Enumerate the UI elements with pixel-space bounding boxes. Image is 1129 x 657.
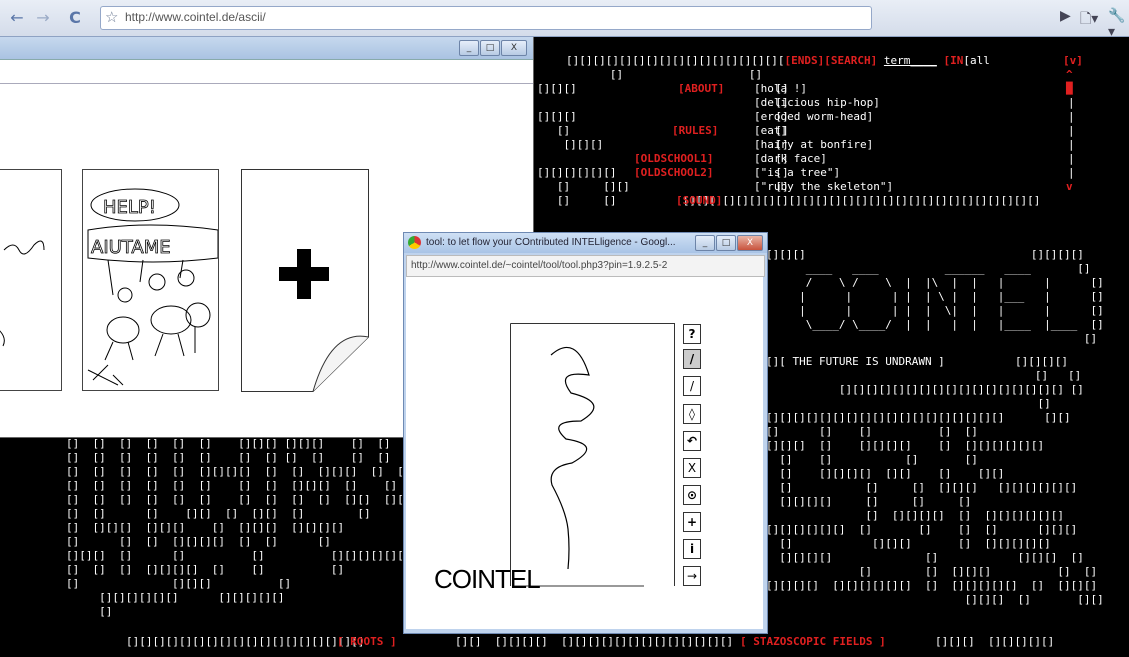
scroll-down-icon[interactable]: v bbox=[1066, 180, 1073, 194]
ascii-boxes: [][][] [][][][][] bbox=[935, 635, 1055, 648]
popup-url: http://www.cointel.de/~cointel/tool/tool… bbox=[411, 260, 668, 271]
popup-address-bar: http://www.cointel.de/~cointel/tool/tool… bbox=[406, 255, 765, 277]
all-select[interactable]: [all bbox=[963, 54, 990, 67]
drawing-thumbnail[interactable] bbox=[0, 169, 62, 391]
about-link[interactable]: [ABOUT] bbox=[678, 82, 724, 96]
popup-titlebar: tool: to let flow your COntributed INTEL… bbox=[404, 233, 767, 253]
svg-text:AIUTAME: AIUTAME bbox=[91, 237, 171, 258]
minimize-button[interactable]: _ bbox=[459, 40, 479, 56]
drawing-thumbnail[interactable]: HELP! AIUTAME bbox=[82, 169, 219, 391]
search-link[interactable]: [SEARCH] bbox=[824, 54, 877, 67]
eraser-icon[interactable]: ◊ bbox=[683, 404, 701, 424]
help-drawing: HELP! AIUTAME bbox=[87, 188, 219, 386]
help-button[interactable]: ? bbox=[683, 324, 701, 344]
roots-link[interactable]: [ ROOTS ] bbox=[337, 635, 397, 649]
submit-arrow-icon[interactable]: → bbox=[683, 566, 701, 586]
new-drawing-button[interactable] bbox=[241, 169, 369, 392]
minimize-button[interactable]: _ bbox=[695, 235, 715, 251]
play-icon[interactable]: ▶ bbox=[1060, 8, 1071, 24]
close-button[interactable]: X bbox=[501, 40, 527, 56]
popup-title: tool: to let flow your COntributed INTEL… bbox=[426, 237, 676, 248]
window-titlebar: _ □ X bbox=[0, 37, 533, 60]
ascii-bottom-row: [][] [][][][] [][][][][][][][][][][][][] bbox=[455, 635, 734, 648]
clear-icon[interactable]: X bbox=[683, 458, 701, 478]
wrench-menu-icon[interactable]: 🔧▾ bbox=[1108, 8, 1129, 40]
chrome-logo-icon bbox=[408, 236, 421, 249]
page-menu-icon[interactable]: 🗋▾ bbox=[1080, 8, 1098, 32]
ascii-boxes: [][][][][][][][][][][][][][][][][ bbox=[566, 54, 785, 67]
drawing-sketch bbox=[0, 240, 45, 347]
ascii-search-row: [][][][][][][][][][][][][][][][][[ENDS][… bbox=[566, 54, 990, 68]
ascii-lower-right: [][][][][][][][][][][][][][][][][] [] []… bbox=[766, 383, 1104, 606]
address-url[interactable]: http://www.cointel.de/ascii/ bbox=[125, 10, 266, 24]
pencil-thick-icon[interactable]: / bbox=[683, 349, 701, 369]
scroll-up-icon[interactable]: ^ █ bbox=[1066, 68, 1073, 96]
drawing-tool-canvas-area: COINTEL ? / / ◊ ↶ X ⊙ + i → bbox=[406, 277, 763, 629]
ascii-lower-left: [] [] [] [] [] [] [][][] [][][] [] [] []… bbox=[66, 437, 450, 618]
close-button[interactable]: X bbox=[737, 235, 763, 251]
oldschool1-link[interactable]: [OLDSCHOOL1] bbox=[634, 152, 713, 166]
pencil-thin-icon[interactable]: / bbox=[683, 376, 701, 396]
maximize-button[interactable]: □ bbox=[716, 235, 736, 251]
reload-icon[interactable]: C bbox=[66, 7, 84, 29]
ascii-bottom-left: [][][][][][][][][][][][][][][][][][] bbox=[126, 635, 365, 648]
stazoscopic-link[interactable]: [ STAZOSCOPIC FIELDS ] bbox=[740, 635, 886, 649]
in-link[interactable]: [IN bbox=[944, 54, 964, 67]
ascii-logo: [][][] [][][][] ____ ____ ______ ____ []… bbox=[766, 248, 1104, 345]
plus-page-icon bbox=[241, 169, 369, 392]
forward-icon[interactable]: → bbox=[34, 7, 52, 29]
window-toolbar bbox=[0, 60, 533, 84]
scroll-down-link[interactable]: [v] bbox=[1063, 54, 1083, 68]
tool-popup-window: tool: to let flow your COntributed INTEL… bbox=[403, 232, 768, 634]
svg-text:HELP!: HELP! bbox=[103, 197, 156, 218]
sound-link[interactable]: [SOUND] bbox=[676, 194, 722, 208]
address-bar[interactable]: ☆ http://www.cointel.de/ascii/ bbox=[100, 6, 872, 30]
ends-link[interactable]: [ENDS] bbox=[785, 54, 825, 67]
rules-link[interactable]: [RULES] bbox=[672, 124, 718, 138]
search-term-input[interactable]: term____ bbox=[884, 54, 937, 67]
maximize-button[interactable]: □ bbox=[480, 40, 500, 56]
oldschool2-link[interactable]: [OLDSCHOOL2] bbox=[634, 166, 713, 180]
back-icon[interactable]: ← bbox=[8, 7, 26, 29]
undo-icon[interactable]: ↶ bbox=[683, 431, 701, 451]
browser-toolbar: ← → C ☆ http://www.cointel.de/ascii/ ▶ 🗋… bbox=[0, 0, 1129, 40]
new-page-icon[interactable]: + bbox=[683, 512, 701, 532]
future-text: [][ THE FUTURE IS UNDRAWN ] bbox=[766, 355, 945, 368]
ascii-left-col: [] [] [][][] [] [] [][][] [] [] [] [][][… bbox=[537, 68, 1041, 207]
scrollbar-track[interactable]: | | | | | | bbox=[1068, 96, 1075, 180]
bookmark-star-icon[interactable]: ☆ bbox=[105, 8, 118, 26]
cointel-signature: COINTEL bbox=[434, 564, 541, 594]
save-icon[interactable]: ⊙ bbox=[683, 485, 701, 505]
ascii-boxes: [][][][] [] [] bbox=[1015, 355, 1082, 382]
info-icon[interactable]: i bbox=[683, 539, 701, 559]
